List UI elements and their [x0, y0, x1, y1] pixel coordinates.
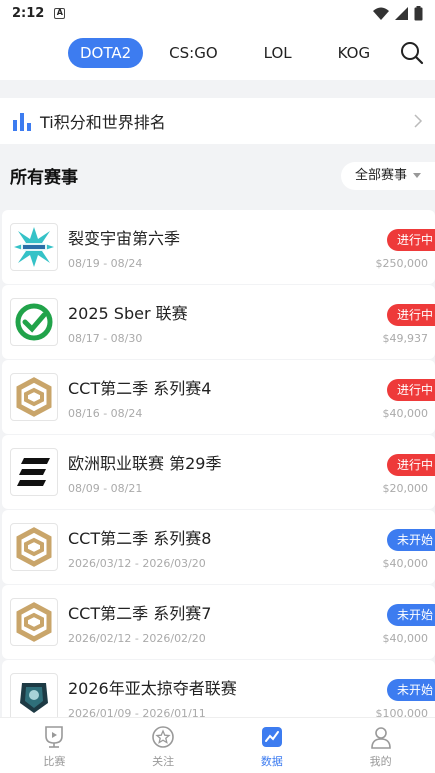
- cct-logo-icon: [10, 373, 58, 421]
- check-circle-logo-icon: [10, 298, 58, 346]
- prize-pool: $40,000: [382, 632, 429, 645]
- tournament-name: CCT第二季 系列赛8: [68, 529, 212, 548]
- status-badge: 进行中: [387, 304, 435, 326]
- star-circle-icon: [152, 726, 174, 748]
- chevron-right-icon: [414, 114, 423, 128]
- status-badge: 未开始: [387, 604, 435, 626]
- prize-pool: $40,000: [382, 407, 429, 420]
- nav-item-follow[interactable]: 关注: [109, 718, 218, 773]
- ranking-label: Ti积分和世界排名: [40, 113, 166, 132]
- nav-label: 关注: [152, 755, 175, 768]
- status-badge: 进行中: [387, 379, 435, 401]
- tournament-name: 裂变宇宙第六季: [68, 229, 181, 248]
- epl-logo-icon: [10, 448, 58, 496]
- search-icon[interactable]: [399, 40, 425, 66]
- game-tabs: DOTA2 CS:GO LOL KOG: [68, 38, 396, 68]
- tournament-card[interactable]: 欧洲职业联赛 第29季 08/09 - 08/21 进行中 $20,000: [2, 435, 435, 509]
- battery-icon: [414, 5, 423, 20]
- tab-csgo[interactable]: CS:GO: [157, 38, 229, 68]
- status-bar: 2:12 A: [0, 0, 435, 26]
- prize-pool: $250,000: [375, 257, 429, 270]
- person-icon: [370, 727, 391, 749]
- status-badge: 进行中: [387, 454, 435, 476]
- chart-icon: [261, 727, 282, 747]
- tournament-dates: 2026/03/12 - 2026/03/20: [68, 557, 206, 570]
- status-time: 2:12: [12, 5, 45, 21]
- filter-label: 全部赛事: [355, 168, 408, 183]
- status-badge: 未开始: [387, 679, 435, 701]
- bar-chart-icon: [13, 113, 31, 131]
- tournament-name: 2026年亚太掠夺者联赛: [68, 679, 237, 698]
- wifi-icon: [373, 7, 389, 20]
- tournament-card[interactable]: 2025 Sber 联赛 08/17 - 08/30 进行中 $49,937: [2, 285, 435, 359]
- trophy-play-icon: [45, 726, 64, 748]
- prize-pool: $40,000: [382, 557, 429, 570]
- tournament-card[interactable]: CCT第二季 系列赛7 2026/02/12 - 2026/02/20 未开始 …: [2, 585, 435, 659]
- nav-label: 比赛: [43, 755, 66, 768]
- ranking-row[interactable]: Ti积分和世界排名: [0, 98, 435, 144]
- app-notification-icon: A: [54, 7, 66, 19]
- tab-dota2[interactable]: DOTA2: [68, 38, 144, 68]
- nav-item-matches[interactable]: 比赛: [0, 718, 109, 773]
- tournament-card[interactable]: 裂变宇宙第六季 08/19 - 08/24 进行中 $250,000: [2, 210, 435, 284]
- filter-dropdown[interactable]: 全部赛事: [341, 162, 435, 190]
- predator-logo-icon: [10, 673, 58, 721]
- nav-item-data[interactable]: 数据: [218, 718, 327, 773]
- tab-kog[interactable]: KOG: [326, 38, 382, 68]
- status-badge: 未开始: [387, 529, 435, 551]
- nav-item-mine[interactable]: 我的: [326, 718, 435, 773]
- splash-logo-icon: [10, 223, 58, 271]
- cct-logo-icon: [10, 598, 58, 646]
- tournament-dates: 08/16 - 08/24: [68, 407, 143, 420]
- tournament-name: CCT第二季 系列赛4: [68, 379, 212, 398]
- signal-icon: [395, 6, 408, 20]
- section-header: 所有赛事 全部赛事: [0, 152, 435, 198]
- tournament-dates: 08/17 - 08/30: [68, 332, 143, 345]
- tournament-card[interactable]: CCT第二季 系列赛8 2026/03/12 - 2026/03/20 未开始 …: [2, 510, 435, 584]
- tournament-name: 2025 Sber 联赛: [68, 304, 188, 323]
- tournament-list: 裂变宇宙第六季 08/19 - 08/24 进行中 $250,000 2025 …: [0, 210, 435, 735]
- prize-pool: $49,937: [382, 332, 429, 345]
- tournament-card[interactable]: CCT第二季 系列赛4 08/16 - 08/24 进行中 $40,000: [2, 360, 435, 434]
- status-badge: 进行中: [387, 229, 435, 251]
- game-tab-bar: DOTA2 CS:GO LOL KOG: [0, 26, 435, 80]
- section-title: 所有赛事: [10, 167, 78, 188]
- nav-label: 数据: [260, 755, 283, 768]
- cct-logo-icon: [10, 523, 58, 571]
- tab-lol[interactable]: LOL: [252, 38, 304, 68]
- tournament-name: 欧洲职业联赛 第29季: [68, 454, 222, 473]
- bottom-nav: 比赛 关注 数据 我的: [0, 717, 435, 773]
- prize-pool: $20,000: [382, 482, 429, 495]
- caret-down-icon: [413, 173, 421, 178]
- tournament-dates: 2026/02/12 - 2026/02/20: [68, 632, 206, 645]
- status-indicators: [373, 5, 423, 21]
- nav-label: 我的: [369, 755, 392, 768]
- tournament-name: CCT第二季 系列赛7: [68, 604, 212, 623]
- tournament-dates: 08/09 - 08/21: [68, 482, 143, 495]
- tournament-dates: 08/19 - 08/24: [68, 257, 143, 270]
